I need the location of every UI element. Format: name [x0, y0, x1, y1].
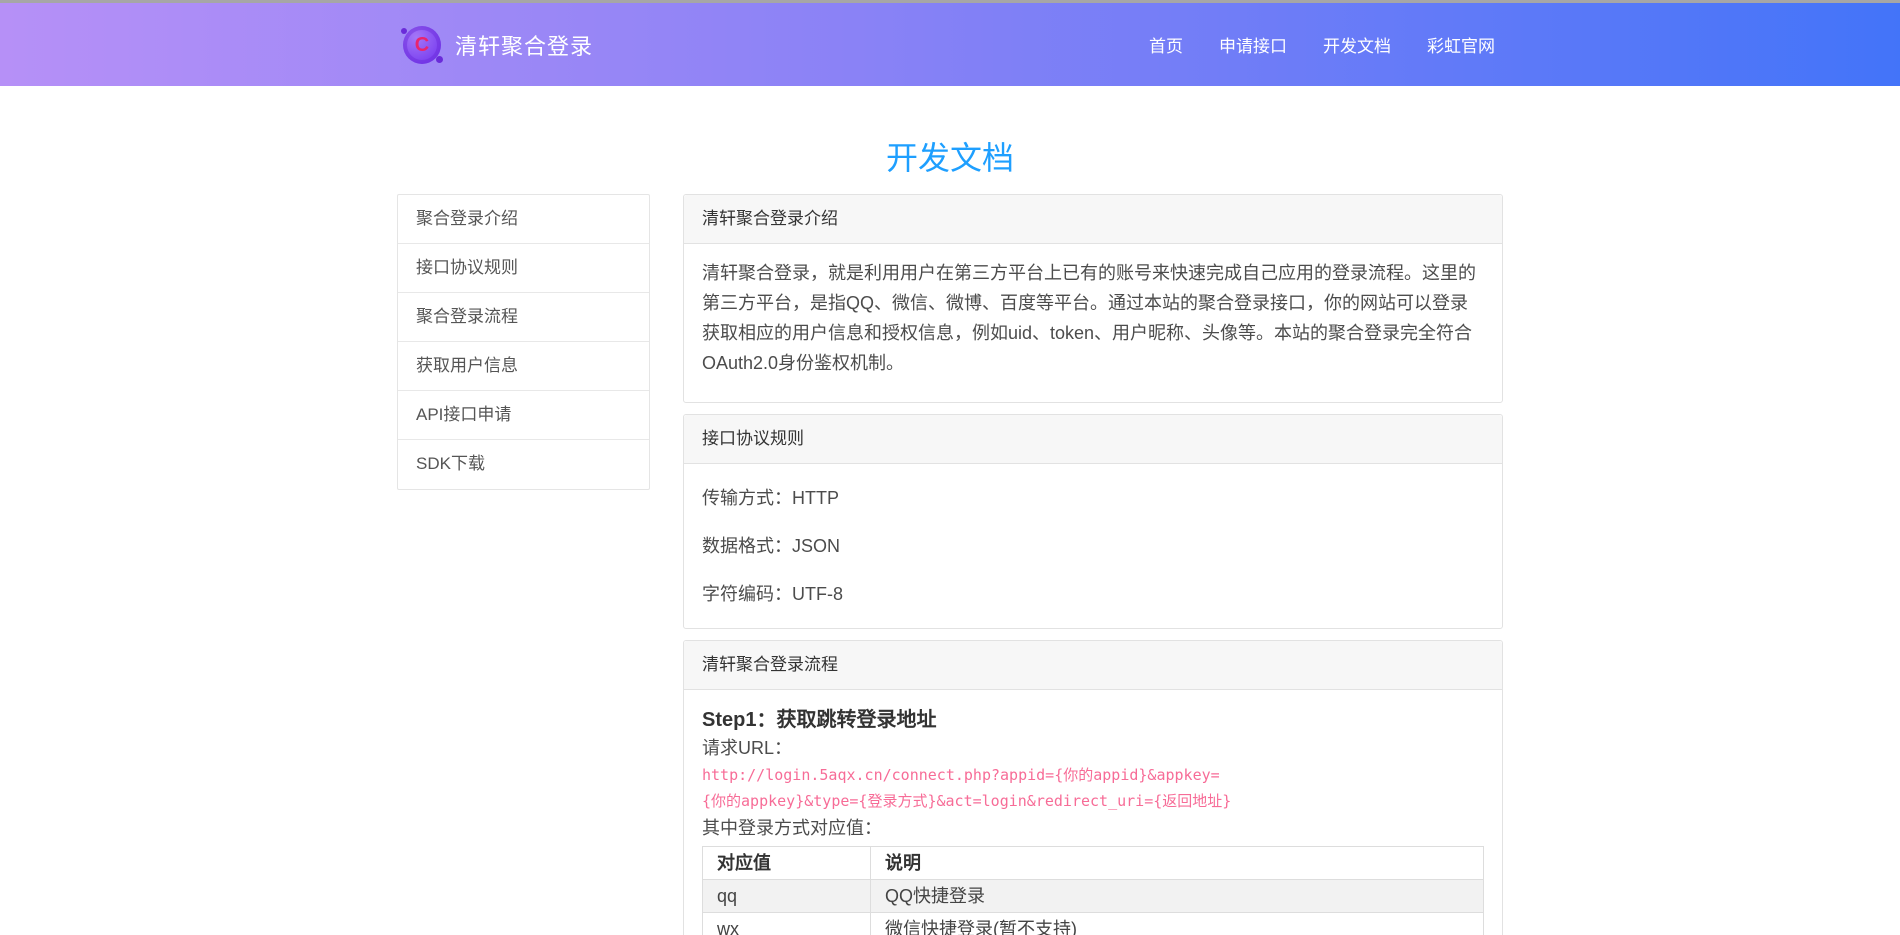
- table-cell-desc: QQ快捷登录: [871, 880, 1484, 913]
- section-flow: 清轩聚合登录流程 Step1：获取跳转登录地址 请求URL： http://lo…: [683, 640, 1503, 935]
- sidebar-item-login-intro[interactable]: 聚合登录介绍: [398, 195, 649, 244]
- table-cell-desc: 微信快捷登录(暂不支持): [871, 913, 1484, 935]
- brand-logo-icon: C: [403, 26, 441, 64]
- section-intro-body: 清轩聚合登录，就是利用用户在第三方平台上已有的账号来快速完成自己应用的登录流程。…: [684, 244, 1502, 402]
- section-protocol: 接口协议规则 传输方式：HTTP 数据格式：JSON 字符编码：UTF-8: [683, 414, 1503, 629]
- brand-link[interactable]: C 清轩聚合登录: [397, 26, 593, 64]
- sidebar-item-get-user-info[interactable]: 获取用户信息: [398, 342, 649, 391]
- table-row: wx 微信快捷登录(暂不支持): [703, 913, 1484, 935]
- table-header-row: 对应值 说明: [703, 847, 1484, 880]
- request-url-label: 请求URL：: [702, 734, 1484, 762]
- step1-title: Step1：获取跳转登录地址: [702, 706, 1484, 734]
- table-cell-key: wx: [703, 913, 871, 935]
- nav-item-rainbow-site[interactable]: 彩虹官网: [1427, 32, 1495, 57]
- section-flow-body: Step1：获取跳转登录地址 请求URL： http://login.5aqx.…: [684, 690, 1502, 935]
- sidebar-item-login-flow[interactable]: 聚合登录流程: [398, 293, 649, 342]
- docs-sidebar: 聚合登录介绍 接口协议规则 聚合登录流程 获取用户信息 API接口申请 SDK下…: [397, 194, 650, 490]
- section-intro-header: 清轩聚合登录介绍: [684, 195, 1502, 244]
- request-url-code: http://login.5aqx.cn/connect.php?appid={…: [702, 762, 1242, 814]
- logo-orbit-dot-bottom: [436, 56, 443, 63]
- intro-paragraph: 清轩聚合登录，就是利用用户在第三方平台上已有的账号来快速完成自己应用的登录流程。…: [702, 258, 1484, 378]
- table-row: qq QQ快捷登录: [703, 880, 1484, 913]
- table-cell-key: qq: [703, 880, 871, 913]
- site-header: C 清轩聚合登录 首页 申请接口 开发文档 彩虹官网: [0, 3, 1900, 86]
- section-intro: 清轩聚合登录介绍 清轩聚合登录，就是利用用户在第三方平台上已有的账号来快速完成自…: [683, 194, 1503, 403]
- protocol-charset: 字符编码：UTF-8: [702, 580, 1484, 608]
- nav-item-home[interactable]: 首页: [1149, 32, 1183, 57]
- docs-content: 清轩聚合登录介绍 清轩聚合登录，就是利用用户在第三方平台上已有的账号来快速完成自…: [683, 194, 1503, 935]
- sidebar-item-sdk-download[interactable]: SDK下载: [398, 440, 649, 489]
- logo-letter: C: [415, 35, 429, 55]
- main-layout: 聚合登录介绍 接口协议规则 聚合登录流程 获取用户信息 API接口申请 SDK下…: [397, 194, 1503, 935]
- sidebar-item-protocol-rules[interactable]: 接口协议规则: [398, 244, 649, 293]
- section-protocol-body: 传输方式：HTTP 数据格式：JSON 字符编码：UTF-8: [684, 464, 1502, 628]
- section-protocol-header: 接口协议规则: [684, 415, 1502, 464]
- nav-item-apply-api[interactable]: 申请接口: [1219, 32, 1287, 57]
- section-flow-header: 清轩聚合登录流程: [684, 641, 1502, 690]
- brand-title: 清轩聚合登录: [455, 29, 593, 61]
- page-title-wrap: 开发文档: [397, 138, 1503, 178]
- main-nav: 首页 申请接口 开发文档 彩虹官网: [1149, 32, 1503, 57]
- nav-item-dev-docs[interactable]: 开发文档: [1323, 32, 1391, 57]
- page-title: 开发文档: [397, 138, 1503, 178]
- header-inner: C 清轩聚合登录 首页 申请接口 开发文档 彩虹官网: [397, 26, 1503, 64]
- mapping-label: 其中登录方式对应值：: [702, 814, 1484, 842]
- protocol-data-format: 数据格式：JSON: [702, 532, 1484, 560]
- sidebar-item-api-apply[interactable]: API接口申请: [398, 391, 649, 440]
- table-header-value: 对应值: [703, 847, 871, 880]
- logo-orbit-dot-top: [401, 28, 407, 34]
- login-type-table: 对应值 说明 qq QQ快捷登录 wx 微信快捷登录(暂不支持): [702, 846, 1484, 935]
- protocol-transport: 传输方式：HTTP: [702, 484, 1484, 512]
- table-header-desc: 说明: [871, 847, 1484, 880]
